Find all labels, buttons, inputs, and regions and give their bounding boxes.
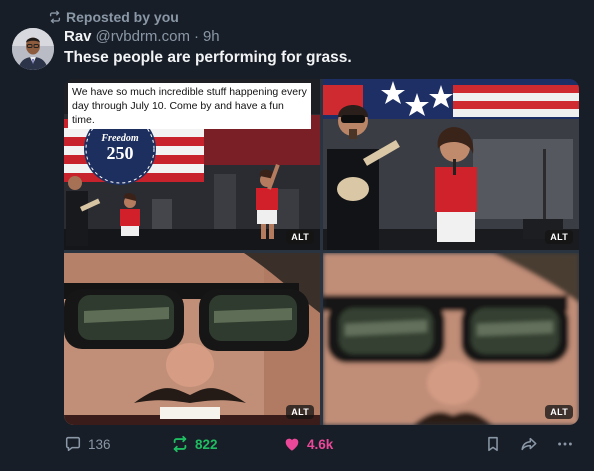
author-handle[interactable]: @rvbdrm.com (96, 28, 190, 45)
repost-button[interactable]: 822 (171, 432, 218, 456)
reply-icon (64, 435, 82, 453)
author-name[interactable]: Rav (64, 28, 92, 45)
image-4[interactable]: ALT (323, 253, 579, 425)
post-header: Rav @rvbdrm.com · 9h (64, 28, 220, 45)
image-caption: We have so much incredible stuff happeni… (68, 83, 311, 129)
post-actions: 136 822 4.6k (64, 432, 579, 456)
more-options-button[interactable] (556, 432, 574, 456)
bookmark-icon (484, 435, 502, 453)
header-separator: · (193, 28, 199, 45)
like-button[interactable]: 4.6k (283, 432, 333, 456)
alt-badge[interactable]: ALT (545, 405, 573, 419)
bookmark-button[interactable] (484, 432, 502, 456)
avatar[interactable] (12, 28, 54, 70)
repost-indicator[interactable]: Reposted by you (48, 8, 179, 26)
post-timestamp[interactable]: 9h (203, 28, 220, 45)
repost-small-icon (48, 10, 62, 24)
alt-badge[interactable]: ALT (286, 230, 314, 244)
image-3[interactable]: ALT (64, 253, 320, 425)
reply-count: 136 (88, 436, 111, 452)
share-icon (519, 435, 538, 453)
repost-label: Reposted by you (66, 9, 179, 25)
reply-button[interactable]: 136 (64, 432, 111, 456)
image-1[interactable]: Freedom 250 We have so much incredible s… (64, 79, 320, 250)
image-2[interactable]: ALT (323, 79, 579, 250)
image-grid: Freedom 250 We have so much incredible s… (64, 79, 579, 425)
alt-badge[interactable]: ALT (545, 230, 573, 244)
post-text: These people are performing for grass. (64, 49, 352, 66)
more-icon (556, 435, 574, 453)
like-count: 4.6k (307, 436, 334, 452)
post-card[interactable]: Reposted by you Rav @rvbdrm.com · 9h The… (0, 0, 594, 471)
banner-number: 250 (106, 143, 134, 163)
repost-count: 822 (195, 436, 218, 452)
share-button[interactable] (519, 432, 538, 456)
heart-icon (283, 435, 301, 453)
alt-badge[interactable]: ALT (286, 405, 314, 419)
repost-icon (171, 435, 189, 453)
